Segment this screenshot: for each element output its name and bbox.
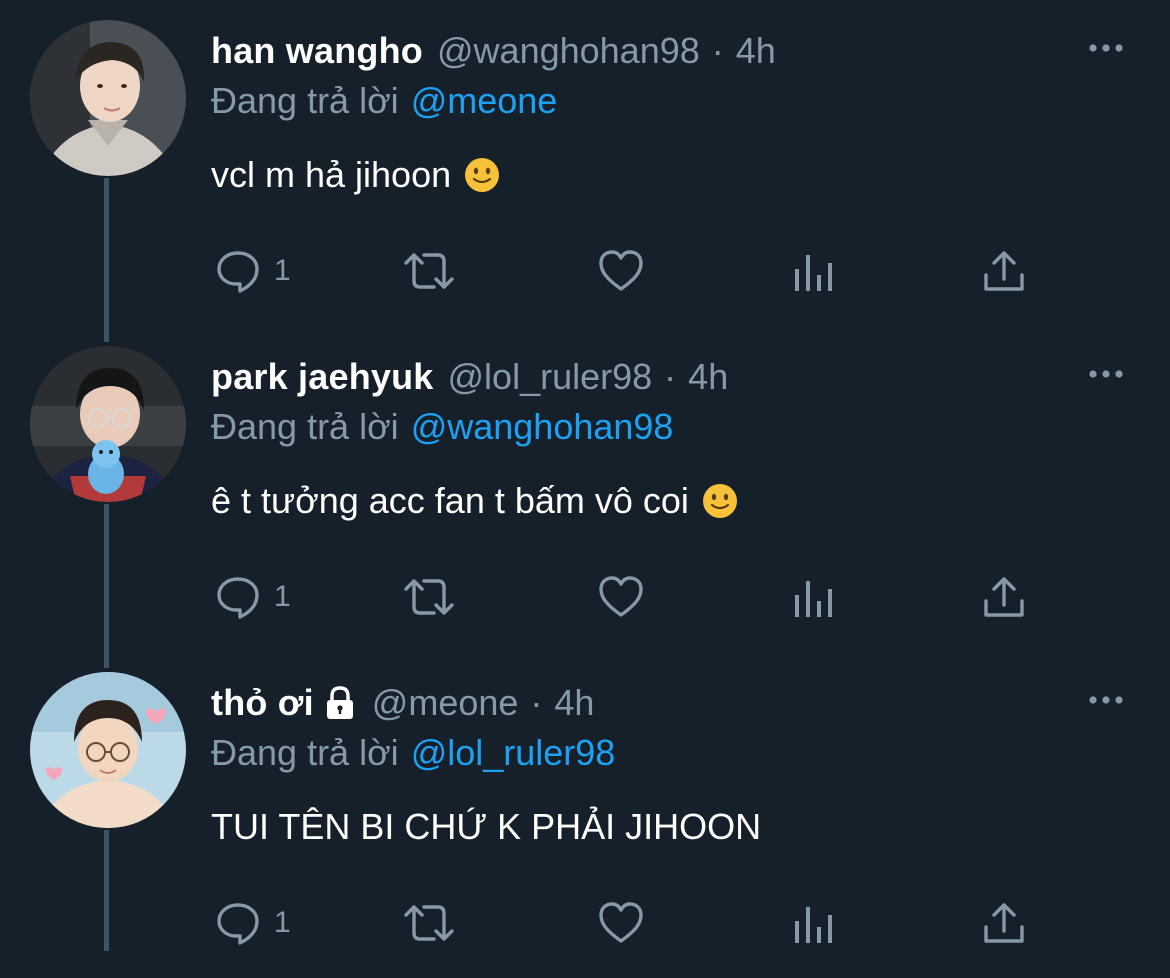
analytics-button[interactable]	[792, 244, 836, 298]
retweet-button[interactable]	[402, 244, 456, 298]
more-options-icon[interactable]	[1086, 690, 1126, 710]
retweet-button[interactable]	[402, 896, 456, 950]
tweet[interactable]: han wangho @wanghohan98 · 4h Đang trả lờ…	[0, 0, 1170, 326]
replying-to-label: Đang trả lời	[211, 732, 399, 773]
replying-to: Đang trả lời @meone	[211, 80, 557, 122]
tweet-header: han wangho @wanghohan98 · 4h	[211, 28, 776, 74]
slightly-smiling-face-icon	[702, 484, 737, 518]
heart-icon	[599, 576, 643, 617]
share-button[interactable]	[982, 570, 1026, 624]
reply-count: 1	[274, 906, 291, 939]
timestamp[interactable]: 4h	[688, 356, 728, 398]
tweet-text-content: ê t tưởng acc fan t bấm vô coi	[211, 480, 689, 521]
separator-dot: ·	[530, 682, 543, 723]
retweet-icon	[404, 905, 454, 941]
user-handle[interactable]: @meone	[372, 682, 519, 724]
avatar[interactable]	[30, 346, 186, 502]
slightly-smiling-face-icon	[465, 158, 500, 192]
share-icon	[984, 251, 1024, 291]
tweet-text: TUI TÊN BI CHỨ K PHẢI JIHOON	[211, 806, 761, 848]
retweet-icon	[404, 253, 454, 289]
reply-icon	[217, 903, 259, 945]
heart-icon	[599, 902, 643, 943]
share-button[interactable]	[982, 896, 1026, 950]
tweet-header: thỏ ơi @meone · 4h	[211, 680, 594, 726]
replying-to: Đang trả lời @lol_ruler98	[211, 732, 615, 774]
tweet[interactable]: thỏ ơi @meone · 4h Đang trả lời @lol_rule…	[0, 652, 1170, 978]
replying-to-label: Đang trả lời	[211, 80, 399, 121]
like-button[interactable]	[597, 896, 645, 950]
reply-icon	[217, 251, 259, 293]
more-options-icon[interactable]	[1086, 364, 1126, 384]
tweet-header: park jaehyuk @lol_ruler98 · 4h	[211, 354, 728, 400]
display-name[interactable]: thỏ ơi	[211, 682, 314, 724]
tweet-text-content: TUI TÊN BI CHỨ K PHẢI JIHOON	[211, 806, 762, 847]
retweet-button[interactable]	[402, 570, 456, 624]
separator-dot: ·	[711, 30, 724, 71]
analytics-icon	[795, 581, 832, 617]
tweet-text-content: vcl m hả jihoon	[211, 154, 452, 195]
analytics-icon	[795, 907, 832, 943]
timestamp[interactable]: 4h	[736, 30, 776, 72]
tweet-actions: 1	[0, 896, 1170, 950]
replying-to-label: Đang trả lời	[211, 406, 399, 447]
share-button[interactable]	[982, 244, 1026, 298]
tweet[interactable]: park jaehyuk @lol_ruler98 · 4h Đang trả …	[0, 326, 1170, 652]
like-button[interactable]	[597, 244, 645, 298]
reply-icon	[217, 577, 259, 619]
tweet-actions: 1	[0, 244, 1170, 298]
more-options-icon[interactable]	[1086, 38, 1126, 58]
analytics-icon	[795, 255, 832, 291]
heart-icon	[599, 250, 643, 291]
retweet-icon	[404, 579, 454, 615]
mention-link[interactable]: @meone	[411, 80, 558, 121]
display-name[interactable]: han wangho	[211, 30, 423, 72]
share-icon	[984, 903, 1024, 943]
tweet-text: ê t tưởng acc fan t bấm vô coi	[211, 480, 739, 522]
reply-count: 1	[274, 254, 291, 287]
share-icon	[984, 577, 1024, 617]
reply-button[interactable]: 1	[214, 896, 291, 950]
reply-button[interactable]: 1	[214, 570, 291, 624]
reply-count: 1	[274, 580, 291, 613]
user-handle[interactable]: @wanghohan98	[437, 30, 700, 72]
tweet-actions: 1	[0, 570, 1170, 624]
avatar[interactable]	[30, 20, 186, 176]
analytics-button[interactable]	[792, 896, 836, 950]
user-handle[interactable]: @lol_ruler98	[448, 356, 653, 398]
lock-icon	[326, 686, 353, 719]
tweet-text: vcl m hả jihoon	[211, 154, 501, 196]
timestamp[interactable]: 4h	[554, 682, 594, 724]
replying-to: Đang trả lời @wanghohan98	[211, 406, 673, 448]
mention-link[interactable]: @wanghohan98	[411, 406, 674, 447]
analytics-button[interactable]	[792, 570, 836, 624]
like-button[interactable]	[597, 570, 645, 624]
mention-link[interactable]: @lol_ruler98	[411, 732, 616, 773]
reply-button[interactable]: 1	[214, 244, 291, 298]
display-name[interactable]: park jaehyuk	[211, 356, 434, 398]
avatar[interactable]	[30, 672, 186, 828]
separator-dot: ·	[664, 356, 677, 397]
